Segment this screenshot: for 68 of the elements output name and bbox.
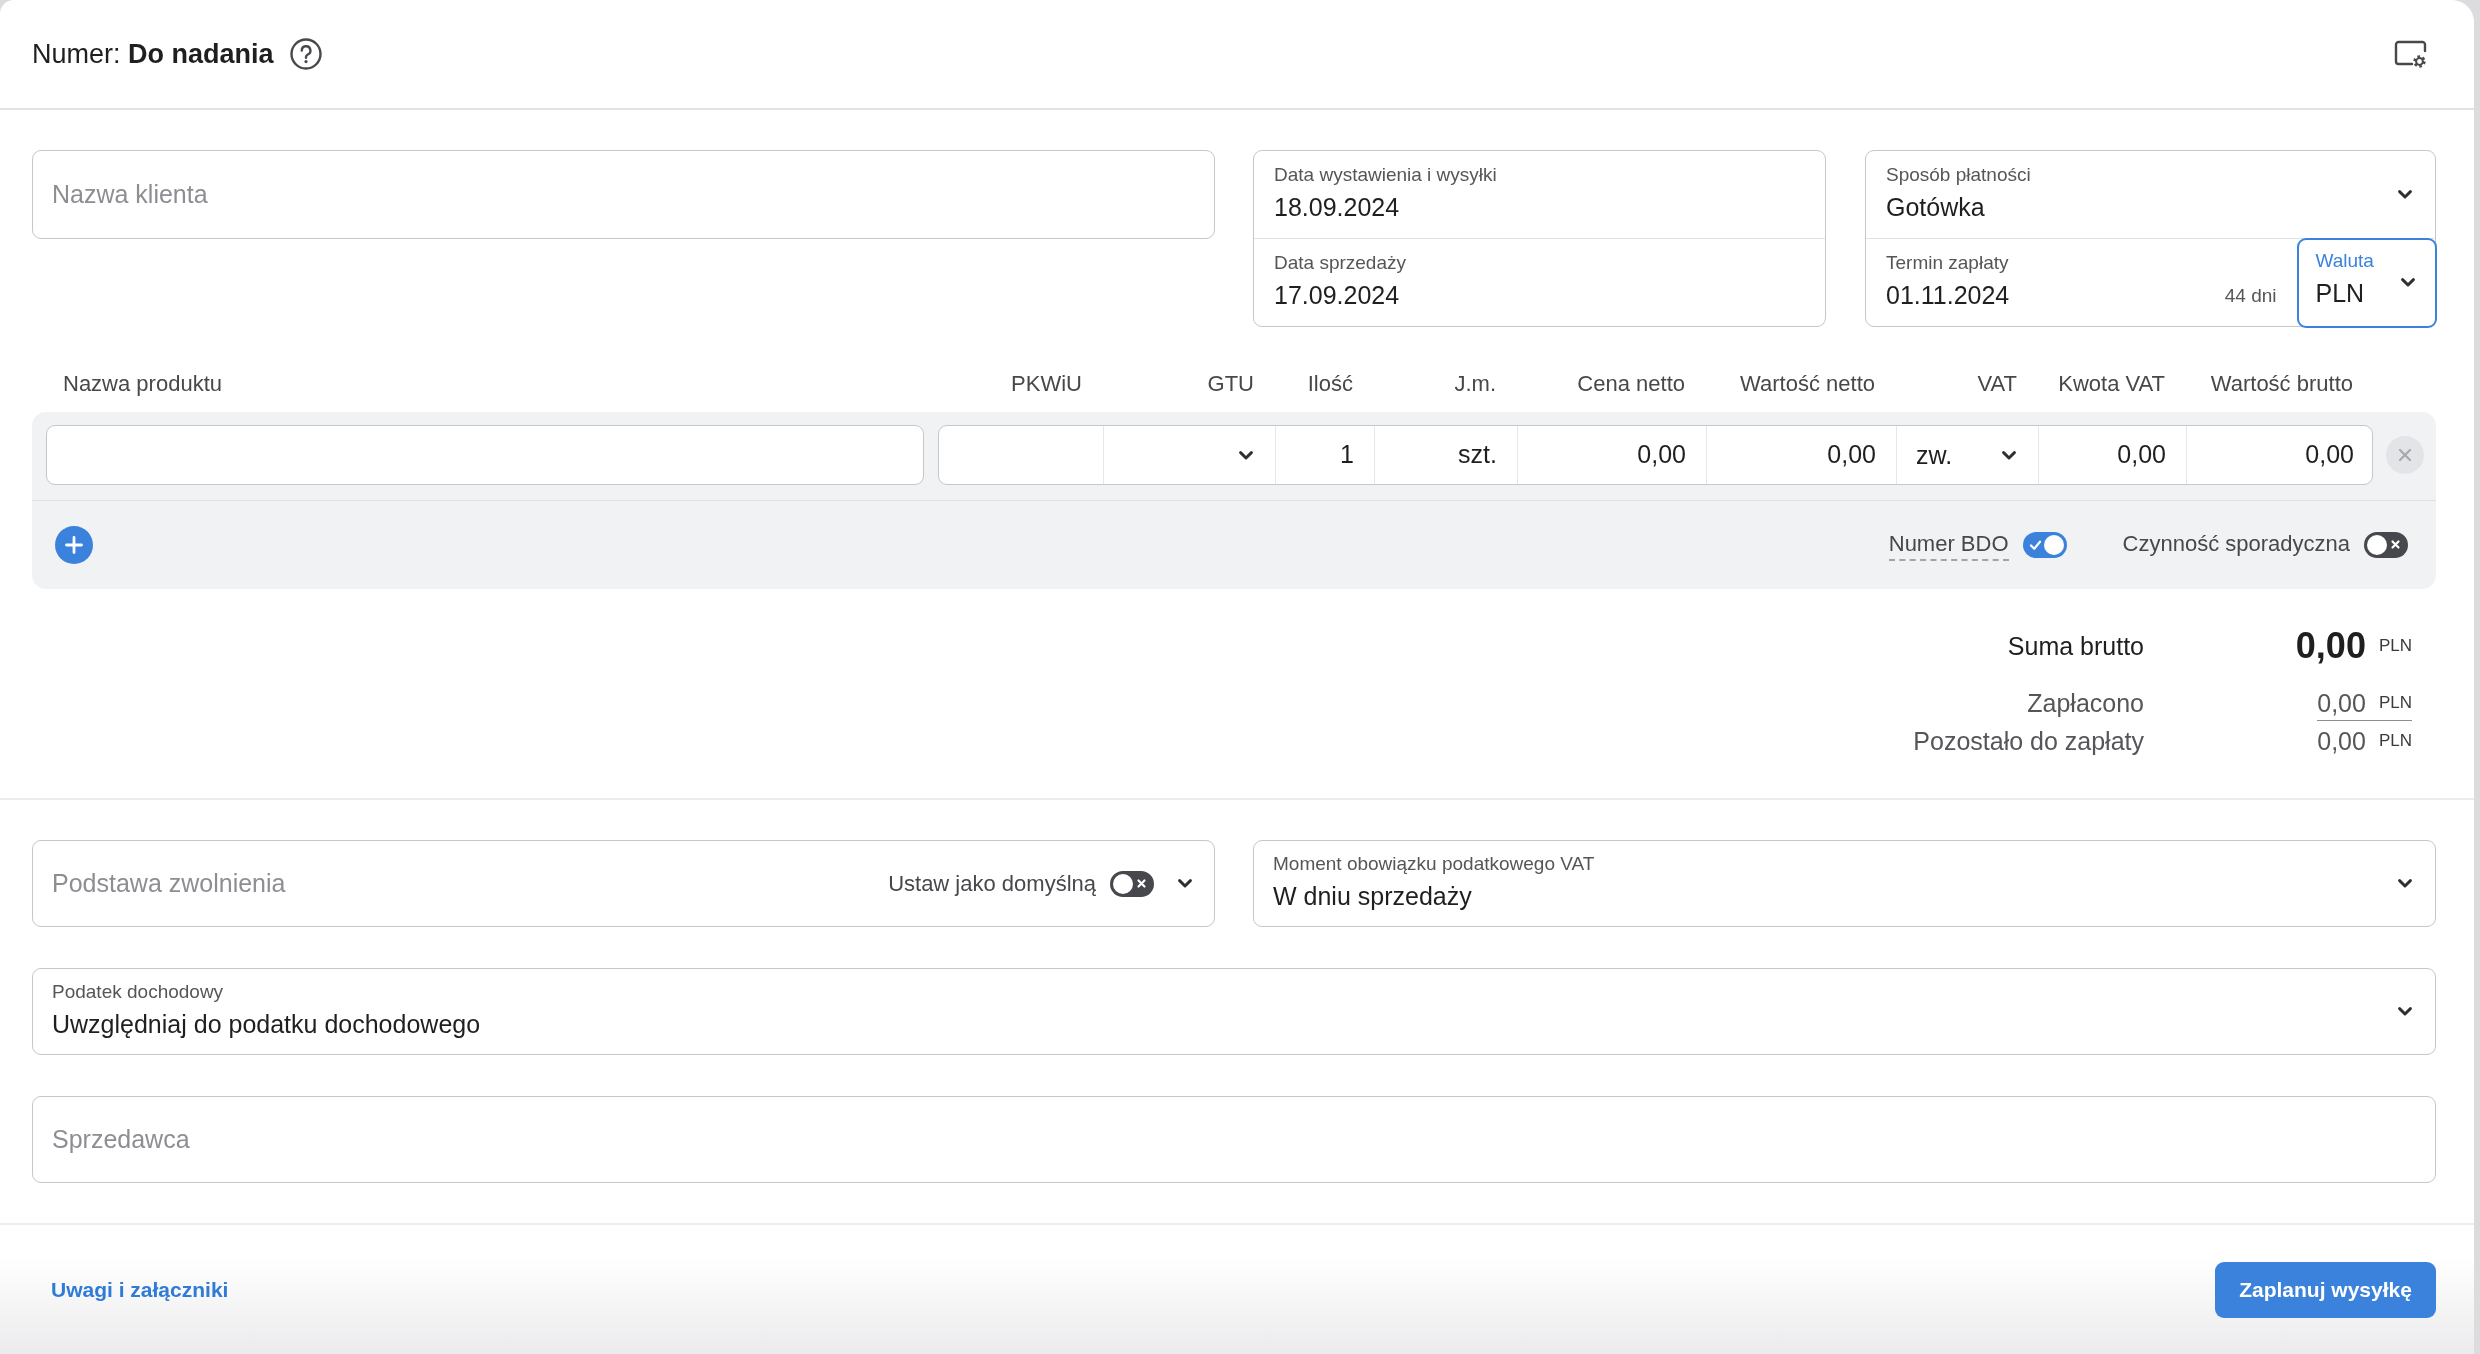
field-label: Podatek dochodowy xyxy=(52,980,225,1003)
currency-label: PLN xyxy=(2378,635,2412,658)
toggle-switch[interactable] xyxy=(1110,870,1154,897)
days-count: 44 dni xyxy=(2224,283,2277,308)
settings-icon[interactable] xyxy=(2394,39,2428,69)
field-value: PLN xyxy=(2315,277,2366,308)
income-tax-select[interactable]: Podatek dochodowy Uwzględniaj do podatku dochodowego xyxy=(32,968,2436,1055)
help-icon[interactable] xyxy=(289,38,322,70)
amount-value: 0,00 xyxy=(2317,726,2366,757)
column-header: Kwota VAT xyxy=(2058,370,2165,396)
toggle-switch[interactable] xyxy=(2364,532,2408,558)
add-row-button[interactable] xyxy=(55,526,93,564)
paid-amount-field[interactable]: 0,00 PLN xyxy=(2317,685,2412,721)
exemption-select[interactable]: Podstawa zwolnienia Ustaw jako domyślną xyxy=(32,840,1215,927)
date-value: 01.11.2024 xyxy=(1886,280,2010,310)
field-label: Sposób płatności xyxy=(1886,163,2031,186)
field-label: Termin zapłaty xyxy=(1886,251,2010,274)
field-value: Uwzględniaj do podatku dochodowego xyxy=(52,1009,481,1039)
cross-icon xyxy=(1137,878,1146,888)
column-header: Cena netto xyxy=(1577,370,1685,396)
plus-icon xyxy=(65,536,83,554)
field-label: Waluta xyxy=(2315,248,2374,272)
chevron-icon xyxy=(2398,1007,2412,1016)
field-label: Data wystawienia i wysyłki xyxy=(1274,163,1498,186)
vat-moment-select[interactable]: Moment obowiązku podatkowego VAT W dniu sprzedaży xyxy=(1253,840,2436,927)
column-header: Wartość brutto xyxy=(2210,370,2353,396)
option-label: Czynność sporadyczna xyxy=(2122,530,2350,558)
notes-attachments-link[interactable]: Uwagi i załączniki xyxy=(51,1273,229,1306)
close-icon xyxy=(2398,448,2412,462)
option-label: Numer BDO xyxy=(1888,529,2009,561)
date-value: 17.09.2024 xyxy=(1274,280,1401,310)
total-label: Suma brutto xyxy=(2007,631,2144,662)
document-number-title: Numer: Do nadania xyxy=(32,37,274,71)
date-value: 18.09.2024 xyxy=(1274,192,1401,222)
check-icon xyxy=(2029,540,2041,550)
column-header: Wartość netto xyxy=(1740,370,1875,396)
client-name-field[interactable]: Nazwa klienta xyxy=(32,150,1215,239)
chevron-icon xyxy=(2398,879,2412,888)
field-label: Moment obowiązku podatkowego VAT xyxy=(1273,852,1595,875)
field-value: Gotówka xyxy=(1886,192,1986,222)
chevron-icon xyxy=(2398,190,2412,199)
remove-row-button[interactable] xyxy=(2386,436,2424,474)
total-label: Pozostało do zapłaty xyxy=(1913,726,2144,757)
currency-select[interactable]: Waluta PLN xyxy=(2296,237,2437,328)
field-value: W dniu sprzedaży xyxy=(1273,881,1473,911)
column-header: VAT xyxy=(1977,370,2017,396)
date-field[interactable]: Data wystawienia i wysyłki 18.09.2024 xyxy=(1254,151,1825,238)
toggle-switch[interactable] xyxy=(2022,532,2067,558)
schedule-send-button[interactable]: Zaplanuj wysyłkę xyxy=(2215,1261,2436,1318)
column-header: J.m. xyxy=(1454,370,1496,396)
product-name-field[interactable] xyxy=(46,425,924,485)
amount-value: 0,00 xyxy=(2295,624,2366,668)
column-header: Nazwa produktu xyxy=(63,370,222,396)
toggle-label: Ustaw jako domyślną xyxy=(888,870,1096,898)
column-header: PKWiU xyxy=(1011,370,1082,396)
payment-method-select[interactable]: Sposób płatności Gotówka xyxy=(1866,151,2435,238)
total-label: Zapłacono xyxy=(2027,688,2144,719)
field-label: Data sprzedaży xyxy=(1274,251,1407,274)
currency-label: PLN xyxy=(2378,730,2412,753)
chevron-icon xyxy=(2400,278,2415,287)
seller-field[interactable]: Sprzedawca xyxy=(32,1096,2436,1183)
cross-icon xyxy=(2391,540,2400,549)
date-field[interactable]: Data sprzedaży 17.09.2024 xyxy=(1254,238,1825,326)
due-date-field[interactable]: Termin zapłaty 01.11.2024 44 dni xyxy=(1866,239,2297,326)
exemption-field[interactable]: Podstawa zwolnienia xyxy=(33,841,889,926)
column-header: Ilość xyxy=(1307,370,1353,396)
column-header: GTU xyxy=(1207,370,1254,396)
chevron-icon xyxy=(1178,879,1192,888)
